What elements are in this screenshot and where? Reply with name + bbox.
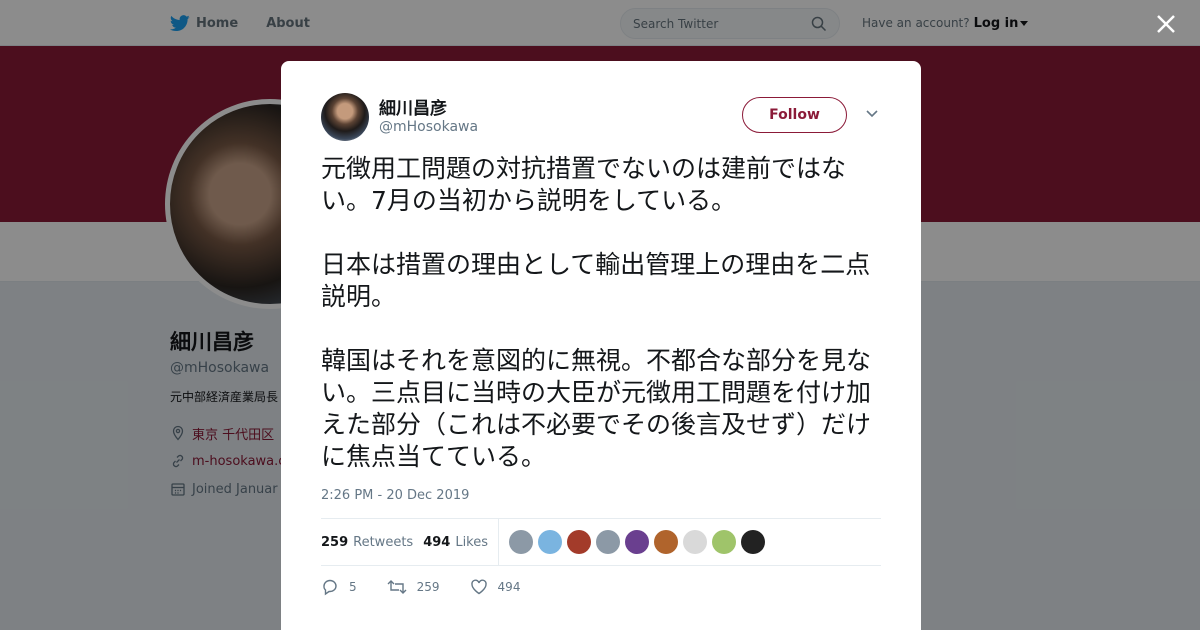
liker-avatar[interactable] bbox=[683, 530, 708, 554]
author-name[interactable]: 細川昌彦 bbox=[379, 94, 447, 119]
reply-count: 5 bbox=[349, 580, 357, 594]
liker-avatar[interactable] bbox=[712, 530, 737, 554]
retweet-count: 259 bbox=[416, 580, 440, 594]
heart-icon bbox=[470, 579, 487, 595]
liker-avatar[interactable] bbox=[567, 530, 592, 554]
retweets-stat[interactable]: 259 Retweets bbox=[321, 535, 413, 550]
author-avatar[interactable] bbox=[321, 93, 369, 141]
like-button[interactable]: 494 bbox=[470, 578, 521, 596]
retweet-button[interactable]: 259 bbox=[387, 578, 440, 596]
reply-button[interactable]: 5 bbox=[321, 578, 357, 596]
liker-avatar[interactable] bbox=[538, 530, 563, 554]
like-count: 494 bbox=[497, 580, 521, 594]
tweet-actions: 5 259 494 bbox=[321, 577, 550, 597]
tweet-paragraph: 日本は措置の理由として輸出管理上の理由を二点説明。 bbox=[321, 250, 871, 311]
retweets-label: Retweets bbox=[353, 534, 414, 550]
liker-avatar[interactable] bbox=[509, 530, 534, 554]
reply-icon bbox=[323, 579, 337, 596]
liker-avatar[interactable] bbox=[596, 530, 621, 554]
likes-count: 494 bbox=[423, 534, 451, 550]
tweet-text: 元徴用工問題の対抗措置でないのは建前ではない。7月の当初から説明をしている。 日… bbox=[321, 153, 883, 505]
tweet-paragraph: 元徴用工問題の対抗措置でないのは建前ではない。7月の当初から説明をしている。 bbox=[321, 154, 847, 215]
chevron-down-icon[interactable] bbox=[865, 109, 879, 119]
tweet-timestamp[interactable]: 2:26 PM - 20 Dec 2019 bbox=[321, 488, 469, 503]
likes-stat[interactable]: 494 Likes bbox=[423, 535, 488, 550]
tweet-paragraph: 韓国はそれを意図的に無視。不都合な部分を見ない。三点目に当時の大臣が元徴用工問題… bbox=[321, 346, 872, 471]
author-handle[interactable]: @mHosokawa bbox=[379, 119, 478, 135]
follow-button[interactable]: Follow bbox=[742, 97, 847, 133]
liker-avatar[interactable] bbox=[625, 530, 650, 554]
stats-divider bbox=[498, 518, 500, 566]
tweet-modal: 細川昌彦 @mHosokawa Follow 元徴用工問題の対抗措置でないのは建… bbox=[281, 61, 921, 630]
close-icon[interactable] bbox=[1154, 12, 1178, 36]
tweet-stats: 259 Retweets 494 Likes bbox=[321, 518, 881, 566]
likes-label: Likes bbox=[455, 534, 489, 550]
retweet-icon bbox=[387, 580, 407, 594]
liker-avatar[interactable] bbox=[741, 530, 766, 554]
liker-avatar[interactable] bbox=[654, 530, 679, 554]
liker-avatars bbox=[509, 530, 770, 554]
retweets-count: 259 bbox=[321, 534, 349, 550]
